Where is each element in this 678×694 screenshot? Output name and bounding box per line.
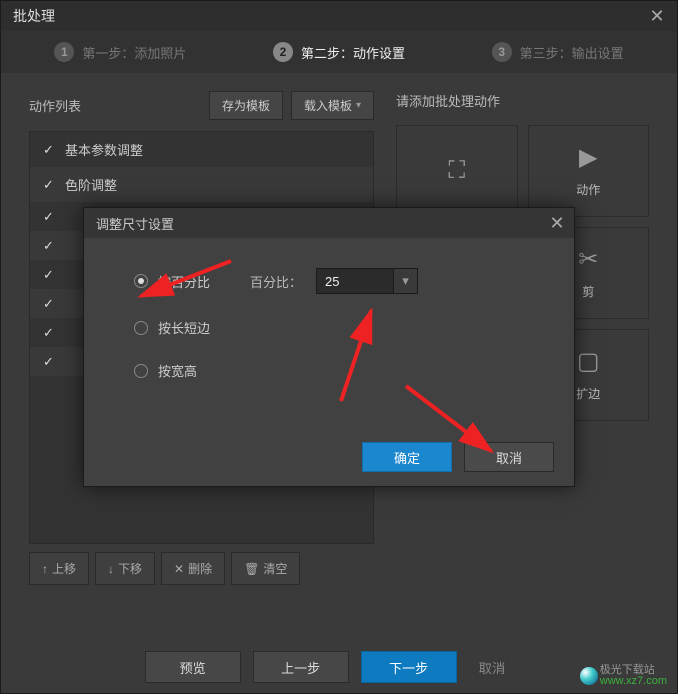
list-item[interactable]: ✓基本参数调整 — [30, 132, 373, 167]
tile-action[interactable]: ▶ 动作 — [528, 125, 650, 217]
ok-button[interactable]: 确定 — [362, 442, 452, 472]
panel-header: 动作列表 存为模板 载入模板▾ — [29, 91, 374, 119]
modal-close-icon[interactable]: ✕ — [540, 208, 574, 238]
crop-icon: ✂ — [578, 247, 598, 273]
globe-icon — [580, 667, 598, 685]
modal-cancel-button[interactable]: 取消 — [464, 442, 554, 472]
move-up-button[interactable]: ↑上移 — [29, 552, 89, 585]
list-controls: ↑上移 ↓下移 ✕删除 🗑清空 — [29, 552, 374, 585]
arrow-down-icon: ↓ — [108, 562, 114, 576]
delete-button[interactable]: ✕删除 — [161, 552, 225, 585]
action-list-title: 动作列表 — [29, 96, 81, 115]
close-icon[interactable]: ✕ — [637, 1, 677, 31]
radio-by-wh[interactable]: 按宽高 — [134, 361, 534, 380]
move-down-button[interactable]: ↓下移 — [95, 552, 155, 585]
percent-group: 百分比： ▾ — [250, 268, 418, 294]
checkmark-icon: ✓ — [42, 355, 55, 368]
main-window: 批处理 ✕ 1 第一步：添加照片 2 第二步：动作设置 3 第三步：输出设置 动… — [0, 0, 678, 694]
radio-icon — [134, 364, 148, 378]
footer: 预览 上一步 下一步 取消 — [1, 651, 677, 683]
border-icon: ▢ — [577, 349, 600, 375]
step-num-2: 2 — [273, 42, 293, 62]
modal-title: 调整尺寸设置 — [96, 214, 174, 233]
right-panel-title: 请添加批处理动作 — [396, 91, 649, 110]
x-icon: ✕ — [174, 562, 184, 576]
resize-modal: 调整尺寸设置 ✕ 按百分比 百分比： ▾ 按长短边 — [83, 207, 575, 487]
percent-input[interactable] — [316, 268, 394, 294]
next-button[interactable]: 下一步 — [361, 651, 457, 683]
checkmark-icon: ✓ — [42, 178, 55, 191]
radio-icon — [134, 274, 148, 288]
list-item[interactable]: ✓色阶调整 — [30, 167, 373, 202]
tile-resize[interactable]: ⛶ — [396, 125, 518, 217]
step-bar: 1 第一步：添加照片 2 第二步：动作设置 3 第三步：输出设置 — [1, 31, 677, 73]
modal-body: 按百分比 百分比： ▾ 按长短边 按宽高 — [84, 238, 574, 416]
chevron-down-icon[interactable]: ▾ — [394, 268, 418, 294]
step-3[interactable]: 3 第三步：输出设置 — [448, 42, 667, 62]
checkmark-icon: ✓ — [42, 210, 55, 223]
checkmark-icon: ✓ — [42, 143, 55, 156]
step-label-1: 第一步：添加照片 — [82, 43, 186, 62]
titlebar: 批处理 ✕ — [1, 1, 677, 31]
site-watermark: 极光下载站 www.xz7.com — [580, 665, 667, 687]
preview-button[interactable]: 预览 — [145, 651, 241, 683]
step-num-1: 1 — [54, 42, 74, 62]
radio-by-long-short[interactable]: 按长短边 — [134, 318, 534, 337]
resize-icon: ⛶ — [448, 158, 465, 184]
checkmark-icon: ✓ — [42, 268, 55, 281]
step-2[interactable]: 2 第二步：动作设置 — [230, 42, 449, 62]
checkmark-icon: ✓ — [42, 239, 55, 252]
chevron-down-icon: ▾ — [356, 100, 361, 111]
step-1[interactable]: 1 第一步：添加照片 — [11, 42, 230, 62]
play-icon: ▶ — [579, 145, 597, 171]
radio-icon — [134, 321, 148, 335]
clear-button[interactable]: 🗑清空 — [231, 552, 300, 585]
checkmark-icon: ✓ — [42, 326, 55, 339]
step-label-2: 第二步：动作设置 — [301, 43, 405, 62]
step-label-3: 第三步：输出设置 — [520, 43, 624, 62]
arrow-up-icon: ↑ — [42, 562, 48, 576]
trash-icon: 🗑 — [244, 562, 259, 576]
save-template-button[interactable]: 存为模板 — [209, 91, 283, 120]
percent-label: 百分比： — [250, 272, 302, 291]
modal-titlebar: 调整尺寸设置 ✕ — [84, 208, 574, 238]
cancel-link[interactable]: 取消 — [469, 658, 516, 677]
prev-button[interactable]: 上一步 — [253, 651, 349, 683]
step-num-3: 3 — [492, 42, 512, 62]
checkmark-icon: ✓ — [42, 297, 55, 310]
window-title: 批处理 — [13, 6, 55, 26]
load-template-button[interactable]: 载入模板▾ — [291, 91, 374, 120]
radio-by-percent[interactable]: 按百分比 百分比： ▾ — [134, 268, 534, 294]
modal-footer: 确定 取消 — [362, 442, 554, 472]
